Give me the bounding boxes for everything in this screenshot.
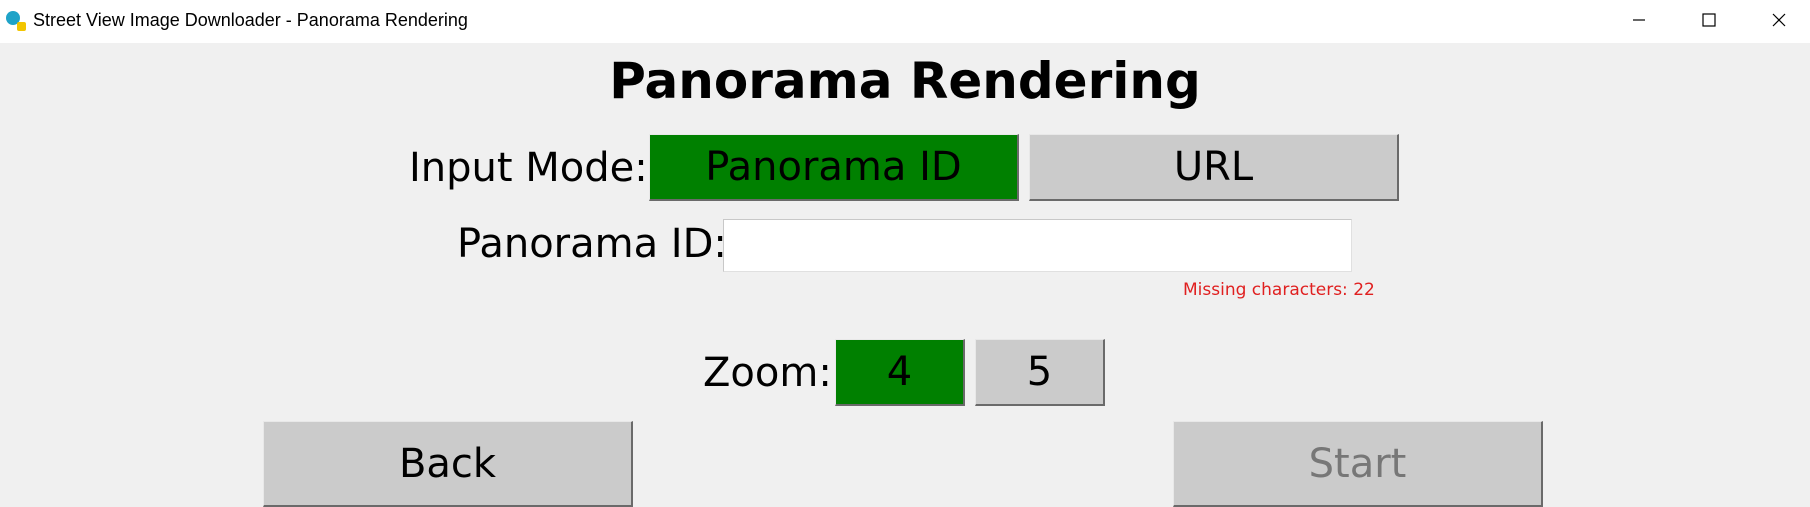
title-bar: Street View Image Downloader - Panorama … [0, 0, 1810, 43]
back-button[interactable]: Back [263, 421, 633, 507]
input-mode-panorama-id-button[interactable]: Panorama ID [649, 134, 1019, 201]
minimize-icon [1631, 12, 1647, 32]
zoom-5-button[interactable]: 5 [975, 339, 1105, 406]
start-button[interactable]: Start [1173, 421, 1543, 507]
page-title: Panorama Rendering [609, 52, 1201, 110]
panorama-id-label: Panorama ID: [457, 221, 727, 267]
zoom-label: Zoom: [703, 350, 832, 396]
window-title: Street View Image Downloader - Panorama … [33, 10, 468, 30]
maximize-button[interactable] [1674, 0, 1744, 43]
zoom-4-button[interactable]: 4 [835, 339, 965, 406]
close-icon [1771, 12, 1787, 32]
minimize-button[interactable] [1604, 0, 1674, 43]
panorama-id-input[interactable] [723, 219, 1352, 272]
app-window: Street View Image Downloader - Panorama … [0, 0, 1810, 507]
input-mode-label: Input Mode: [409, 145, 648, 191]
maximize-icon [1701, 12, 1717, 32]
input-mode-url-button[interactable]: URL [1029, 134, 1399, 201]
close-button[interactable] [1744, 0, 1810, 43]
app-icon [5, 10, 27, 32]
missing-characters-warning: Missing characters: 22 [1183, 280, 1375, 300]
